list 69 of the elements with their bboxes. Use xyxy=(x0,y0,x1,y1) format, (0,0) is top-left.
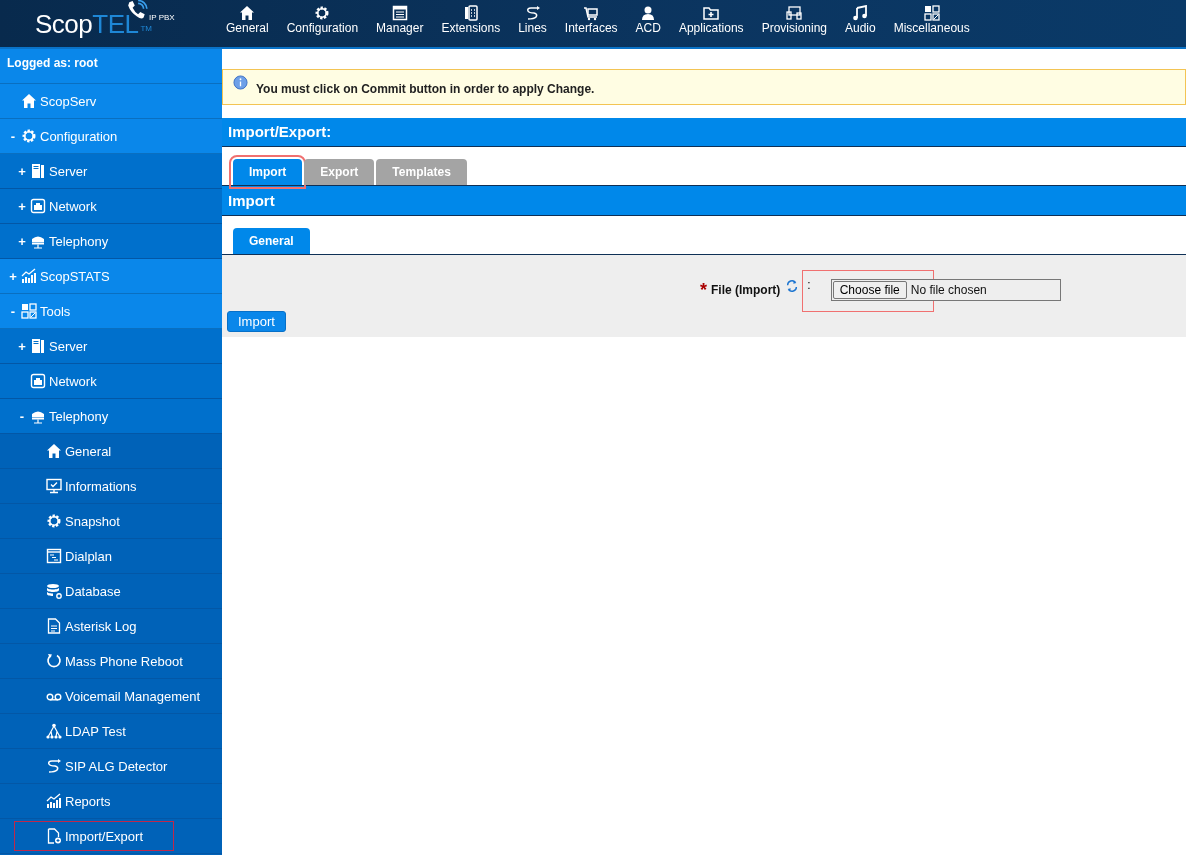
logged-in-user: Logged as: root xyxy=(0,49,222,84)
sidebar-item[interactable]: General xyxy=(14,436,115,466)
nav-menu-item[interactable]: ACD xyxy=(635,0,661,47)
sidebar-item[interactable]: LDAP Test xyxy=(14,716,129,746)
nav-menu-item[interactable]: Lines xyxy=(518,0,547,47)
file-status: No file chosen xyxy=(910,283,987,297)
separator: : xyxy=(807,278,811,292)
sidebar-item[interactable]: Asterisk Log xyxy=(14,611,140,641)
monitor-icon xyxy=(46,478,62,494)
nav-menu-item[interactable]: Interfaces xyxy=(564,0,618,47)
sidebar-item[interactable]: Informations xyxy=(14,471,140,501)
document-icon xyxy=(46,618,62,634)
gear-icon xyxy=(314,5,331,21)
nav-menu-item[interactable]: Manager xyxy=(376,0,424,47)
sidebar-item[interactable]: Snapshot xyxy=(14,506,123,536)
file-input[interactable]: Choose file No file chosen xyxy=(830,279,1061,301)
nav-menu-item[interactable]: General xyxy=(226,0,269,47)
gear-icon xyxy=(21,128,37,144)
person-icon xyxy=(640,5,657,21)
network-icon xyxy=(30,198,46,214)
sidebar-item[interactable]: Reports xyxy=(14,786,114,816)
sidebar-item[interactable]: Database xyxy=(14,576,124,606)
route-icon xyxy=(46,758,62,774)
folder-icon xyxy=(703,5,720,21)
trademark-mark: TM xyxy=(140,24,152,33)
sidebar-item[interactable]: Import/Export xyxy=(14,821,175,851)
list-icon xyxy=(391,5,408,21)
hierarchy-icon xyxy=(46,723,62,739)
import-button[interactable]: Import xyxy=(227,311,286,332)
logo-tagline: IP PBX xyxy=(149,13,175,22)
sidebar-item[interactable]: Voicemail Management xyxy=(14,681,204,711)
music-icon xyxy=(852,5,869,21)
home-icon xyxy=(46,443,62,459)
chart-icon xyxy=(46,793,62,809)
choose-file-button[interactable]: Choose file xyxy=(832,281,907,299)
database-icon xyxy=(46,583,62,599)
gear-icon xyxy=(46,513,62,529)
section-title: Import/Export: xyxy=(222,118,1186,147)
grid-icon xyxy=(923,5,940,21)
server-icon xyxy=(30,163,46,179)
nav-menu-item[interactable]: Applications xyxy=(678,0,744,47)
sidebar-item[interactable]: SIP ALG Detector xyxy=(14,751,171,781)
panel-title: Import xyxy=(222,186,1186,216)
nav-menu-item[interactable]: Audio xyxy=(845,0,876,47)
refresh-icon[interactable] xyxy=(785,279,800,293)
phone-icon xyxy=(462,5,479,21)
notice-text: You must click on Commit button in order to apply Change. xyxy=(256,81,595,96)
home-icon xyxy=(21,93,37,109)
grid-icon xyxy=(21,303,37,319)
info-icon xyxy=(233,74,248,90)
home-icon xyxy=(239,5,256,21)
tab[interactable]: General xyxy=(233,228,310,254)
nav-menu-item[interactable]: Configuration xyxy=(286,0,359,47)
devices-icon xyxy=(786,5,803,21)
nav-menu-item[interactable]: Provisioning xyxy=(761,0,827,47)
nav-menu-item[interactable]: Miscellaneous xyxy=(893,0,970,47)
required-mark: * xyxy=(700,279,707,301)
refresh-icon xyxy=(46,653,62,669)
chart-icon xyxy=(21,268,37,284)
server-icon xyxy=(30,338,46,354)
file-plus-icon xyxy=(46,828,62,844)
dialplan-icon xyxy=(46,548,62,564)
sidebar-item[interactable]: Mass Phone Reboot xyxy=(14,646,186,676)
field-label: File (Import) xyxy=(711,283,781,297)
sidebar-item[interactable]: Dialplan xyxy=(14,541,115,571)
nav-menu-item[interactable]: Extensions xyxy=(441,0,501,47)
network-icon xyxy=(30,373,46,389)
route-icon xyxy=(524,5,541,21)
logo-text: ScopTEL xyxy=(35,9,139,40)
